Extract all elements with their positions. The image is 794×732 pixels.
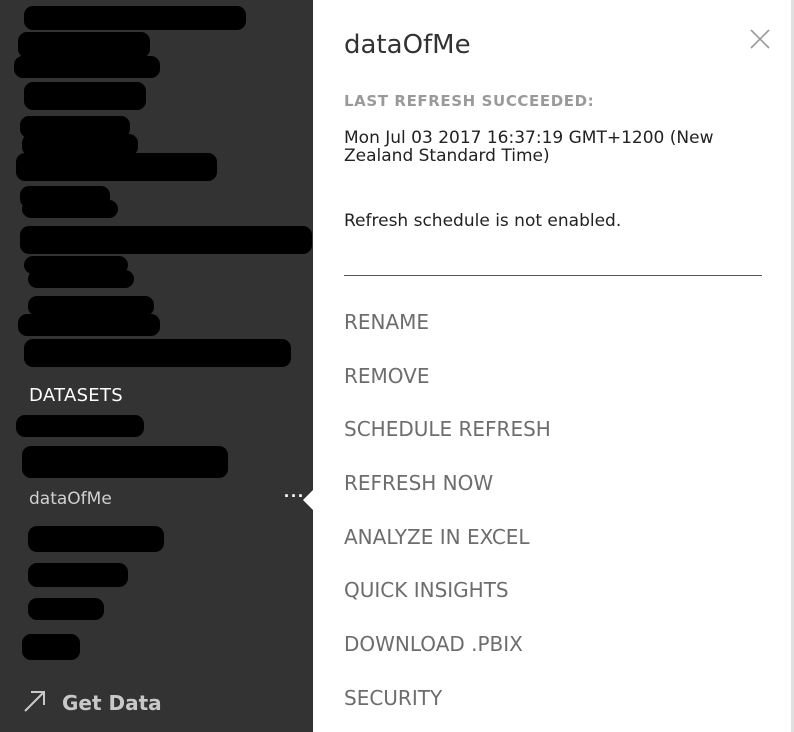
rename-menu-item[interactable]: RENAME <box>344 310 429 334</box>
datasets-heading: DATASETS <box>29 385 123 406</box>
sidebar-item-dataofme[interactable]: dataOfMe <box>29 489 112 509</box>
download-pbix-menu-item[interactable]: DOWNLOAD .PBIX <box>344 632 523 656</box>
panel-title: dataOfMe <box>344 30 471 60</box>
redacted-item <box>16 153 217 181</box>
refresh-now-menu-item[interactable]: REFRESH NOW <box>344 471 493 495</box>
schedule-refresh-menu-item[interactable]: SCHEDULE REFRESH <box>344 417 551 441</box>
redacted-item <box>28 563 128 587</box>
redacted-item <box>24 339 291 367</box>
redacted-item <box>24 82 146 110</box>
divider <box>344 275 762 276</box>
quick-insights-menu-item[interactable]: QUICK INSIGHTS <box>344 578 509 602</box>
redacted-item <box>24 6 246 30</box>
redacted-item <box>14 56 160 78</box>
redacted-item <box>28 270 134 288</box>
security-menu-item[interactable]: SECURITY <box>344 686 442 710</box>
redacted-item <box>28 598 104 620</box>
redacted-item <box>18 32 150 58</box>
dataset-options-panel: dataOfMe LAST REFRESH SUCCEEDED: Mon Jul… <box>313 0 794 732</box>
refresh-time: Mon Jul 03 2017 16:37:19 GMT+1200 (New Z… <box>344 128 714 166</box>
redacted-item <box>28 296 154 316</box>
redacted-item <box>22 634 80 660</box>
get-data-label: Get Data <box>62 691 162 715</box>
redacted-item <box>22 446 228 478</box>
redacted-item <box>16 415 144 437</box>
redacted-item <box>28 526 164 552</box>
schedule-status: Refresh schedule is not enabled. <box>344 211 622 231</box>
arrow-up-right-icon <box>22 688 48 719</box>
refresh-status-label: LAST REFRESH SUCCEEDED: <box>344 92 595 110</box>
get-data-button[interactable]: Get Data <box>22 686 162 720</box>
redacted-item <box>20 226 312 254</box>
sidebar: DATASETS dataOfMe ··· Get Data <box>0 0 313 732</box>
close-icon[interactable] <box>746 25 774 53</box>
redacted-item <box>18 314 160 336</box>
remove-menu-item[interactable]: REMOVE <box>344 364 430 388</box>
redacted-item <box>22 200 118 218</box>
analyze-in-excel-menu-item[interactable]: ANALYZE IN EXCEL <box>344 525 530 549</box>
